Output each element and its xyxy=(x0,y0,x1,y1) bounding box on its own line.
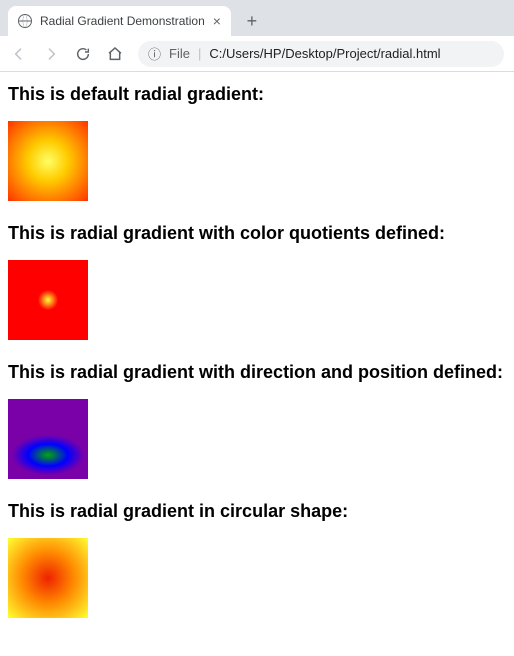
browser-chrome: Radial Gradient Demonstration × + ⓘ File… xyxy=(0,0,514,72)
info-icon[interactable]: ⓘ xyxy=(148,44,161,63)
section-default: This is default radial gradient: xyxy=(8,84,506,201)
gradient-default xyxy=(8,121,88,201)
gradient-quotients xyxy=(8,260,88,340)
reload-button[interactable] xyxy=(74,45,92,63)
close-icon[interactable]: × xyxy=(213,13,221,29)
back-button[interactable] xyxy=(10,45,28,63)
heading-default: This is default radial gradient: xyxy=(8,84,506,105)
forward-button[interactable] xyxy=(42,45,60,63)
address-prefix: File xyxy=(169,46,190,61)
toolbar: ⓘ File | C:/Users/HP/Desktop/Project/rad… xyxy=(0,36,514,72)
heading-circular: This is radial gradient in circular shap… xyxy=(8,501,506,522)
address-bar[interactable]: ⓘ File | C:/Users/HP/Desktop/Project/rad… xyxy=(138,41,504,67)
address-path: C:/Users/HP/Desktop/Project/radial.html xyxy=(209,46,440,61)
home-button[interactable] xyxy=(106,45,124,63)
browser-tab[interactable]: Radial Gradient Demonstration × xyxy=(8,6,231,36)
address-separator: | xyxy=(198,46,201,61)
tab-title: Radial Gradient Demonstration xyxy=(40,14,205,28)
gradient-circular xyxy=(8,538,88,618)
heading-quotients: This is radial gradient with color quoti… xyxy=(8,223,506,244)
section-circular: This is radial gradient in circular shap… xyxy=(8,501,506,618)
gradient-direction xyxy=(8,399,88,479)
new-tab-button[interactable]: + xyxy=(239,8,265,34)
globe-icon xyxy=(18,14,32,28)
section-direction: This is radial gradient with direction a… xyxy=(8,362,506,479)
heading-direction: This is radial gradient with direction a… xyxy=(8,362,506,383)
section-quotients: This is radial gradient with color quoti… xyxy=(8,223,506,340)
page-content: This is default radial gradient: This is… xyxy=(0,72,514,656)
tab-bar: Radial Gradient Demonstration × + xyxy=(0,0,514,36)
